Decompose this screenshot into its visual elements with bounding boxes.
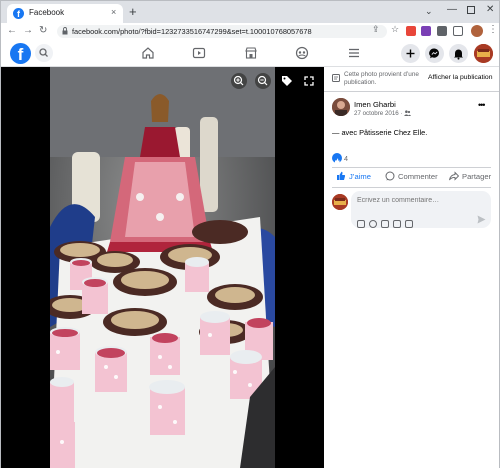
browser-menu-button[interactable]: ⋮ [488, 24, 498, 35]
commenter-avatar-image [332, 194, 348, 210]
fullscreen-icon [304, 76, 314, 86]
facebook-logo[interactable]: f [10, 43, 31, 64]
facebook-favicon-icon: f [13, 8, 24, 19]
close-window-button[interactable]: ✕ [486, 4, 494, 15]
comment-label: Commenter [398, 172, 438, 181]
zoom-out-button[interactable] [255, 73, 271, 89]
divider [332, 187, 491, 188]
tab-search-button[interactable]: ⌄ [425, 6, 433, 17]
zoom-out-icon [257, 75, 268, 86]
notifications-icon [454, 49, 463, 60]
new-tab-button[interactable]: + [129, 5, 137, 19]
comment-tools [357, 215, 417, 228]
post-details-panel: Cette photo provient d’une publication. … [324, 67, 499, 468]
notifications-button[interactable] [449, 44, 468, 63]
commenter-avatar[interactable] [332, 194, 348, 210]
extensions-puzzle-icon[interactable] [437, 26, 447, 36]
tag-button[interactable] [279, 73, 295, 89]
create-button[interactable] [401, 44, 420, 63]
camera-icon[interactable] [381, 220, 389, 228]
photo-source-notice: Cette photo provient d’une publication. [344, 71, 419, 86]
thumbs-up-icon [335, 158, 340, 164]
home-icon[interactable] [141, 46, 155, 60]
account-avatar-image [474, 44, 493, 63]
send-icon[interactable] [477, 215, 486, 224]
tag-icon [282, 76, 292, 86]
like-count[interactable]: 4 [344, 154, 348, 163]
create-icon [406, 49, 415, 58]
tab-close-button[interactable]: × [111, 7, 116, 17]
divider [324, 91, 499, 92]
marketplace-icon[interactable] [244, 46, 258, 60]
side-panel-icon[interactable] [453, 26, 463, 36]
browser-window: f Facebook × + ⌄ — ✕ ← → ↻ facebook.com/… [0, 0, 500, 468]
fullscreen-button[interactable] [301, 73, 317, 89]
zoom-in-button[interactable] [231, 73, 247, 89]
author-name[interactable]: Imen Gharbi [354, 100, 396, 109]
maximize-button[interactable] [467, 6, 475, 14]
tab-strip: f Facebook × + ⌄ — ✕ [1, 1, 499, 23]
divider [332, 167, 491, 168]
avatar-sticker-icon[interactable] [357, 220, 365, 228]
share-button[interactable]: Partager [449, 171, 491, 185]
menu-icon[interactable] [347, 46, 361, 60]
info-icon [332, 74, 340, 82]
like-icon [337, 171, 346, 180]
extension-1-icon[interactable] [406, 26, 416, 36]
forward-button[interactable]: → [23, 24, 33, 38]
photo-viewer [1, 67, 324, 468]
reload-button[interactable]: ↻ [39, 24, 47, 38]
comment-input[interactable] [357, 197, 477, 204]
share-icon [449, 171, 459, 181]
tab-facebook[interactable]: f Facebook × [7, 4, 123, 23]
zoom-in-icon [233, 75, 244, 86]
search-icon [39, 48, 48, 57]
post-date[interactable]: 27 octobre 2016 · [354, 110, 412, 117]
search-button[interactable] [35, 44, 53, 62]
tab-title: Facebook [29, 8, 65, 17]
like-label: J’aime [349, 172, 371, 181]
back-button[interactable]: ← [7, 24, 17, 38]
account-avatar[interactable] [474, 44, 493, 63]
share-page-icon[interactable]: ⇪ [372, 24, 380, 35]
post-options-button[interactable]: ••• [478, 100, 486, 110]
video-icon[interactable] [192, 46, 206, 60]
minimize-button[interactable]: — [447, 4, 457, 15]
profile-avatar[interactable] [471, 25, 483, 37]
address-bar[interactable]: facebook.com/photo/?fbid=123273351674729… [57, 25, 387, 38]
url-text: facebook.com/photo/?fbid=123273351674729… [72, 27, 312, 36]
sticker-icon[interactable] [405, 220, 413, 228]
browser-toolbar: ← → ↻ facebook.com/photo/?fbid=123273351… [1, 23, 499, 40]
like-reaction-icon[interactable] [332, 153, 342, 164]
like-button[interactable]: J’aime [336, 171, 371, 185]
messenger-button[interactable] [425, 44, 444, 63]
author-avatar[interactable] [332, 98, 350, 116]
share-label: Partager [462, 172, 492, 181]
comment-composer[interactable] [351, 191, 491, 228]
messenger-icon [429, 48, 439, 59]
groups-icon[interactable] [295, 46, 309, 60]
extension-2-icon[interactable] [421, 26, 431, 36]
bookmark-star-icon[interactable]: ☆ [391, 24, 399, 35]
comment-button[interactable]: Commenter [385, 171, 438, 185]
comment-icon [385, 171, 395, 181]
emoji-icon[interactable] [369, 220, 377, 228]
post-date-text: 27 octobre 2016 · [354, 110, 405, 117]
author-avatar-image [332, 98, 350, 116]
post-caption: — avec Pâtisserie Chez Elle. [332, 128, 428, 137]
view-post-link[interactable]: Afficher la publication [428, 74, 492, 81]
gif-icon[interactable] [393, 220, 401, 228]
post-photo [50, 67, 275, 468]
friends-audience-icon [404, 110, 412, 116]
facebook-header: f [1, 40, 499, 67]
lock-icon [62, 27, 68, 35]
